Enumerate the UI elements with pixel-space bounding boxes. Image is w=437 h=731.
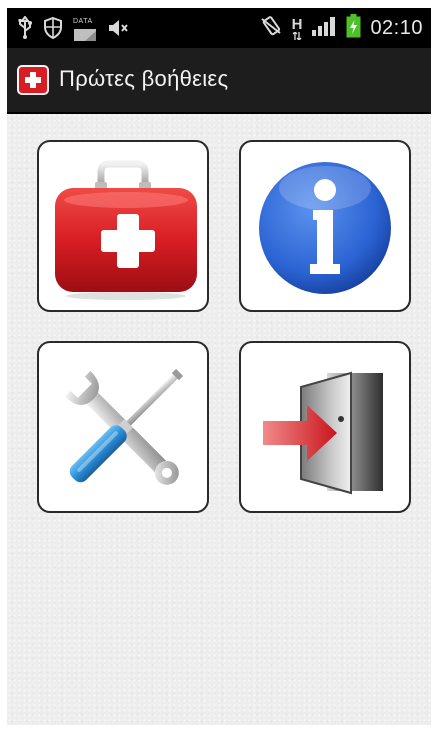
tools-tile-button[interactable]: [37, 341, 209, 513]
app-title: Πρώτες βοήθειες: [59, 66, 229, 91]
status-time: 02:10: [370, 17, 423, 39]
action-bar: Πρώτες βοήθειες: [7, 48, 431, 114]
first-aid-app-icon[interactable]: [17, 65, 49, 95]
shield-icon: [43, 16, 63, 45]
usb-icon: [17, 15, 33, 45]
exit-tile-button[interactable]: [239, 341, 411, 513]
signal-icon: [311, 15, 337, 42]
info-icon: [259, 162, 391, 294]
exit-door-icon: [263, 371, 383, 495]
first-aid-tile-button[interactable]: [37, 140, 209, 312]
network-h-icon: H: [291, 16, 303, 40]
network-type-label: H: [291, 16, 303, 33]
tools-icon: [65, 368, 184, 485]
app-screen: DATA H 02:10 Πρώτες βοήθειες: [7, 8, 431, 725]
first-aid-kit-icon: [55, 160, 197, 300]
battery-charging-icon: [346, 14, 361, 43]
data-icon: DATA: [73, 18, 97, 43]
info-tile-button[interactable]: [239, 140, 411, 312]
status-bar: DATA H 02:10: [7, 8, 431, 48]
vibrate-icon: [259, 15, 283, 42]
mute-icon: [107, 17, 129, 44]
